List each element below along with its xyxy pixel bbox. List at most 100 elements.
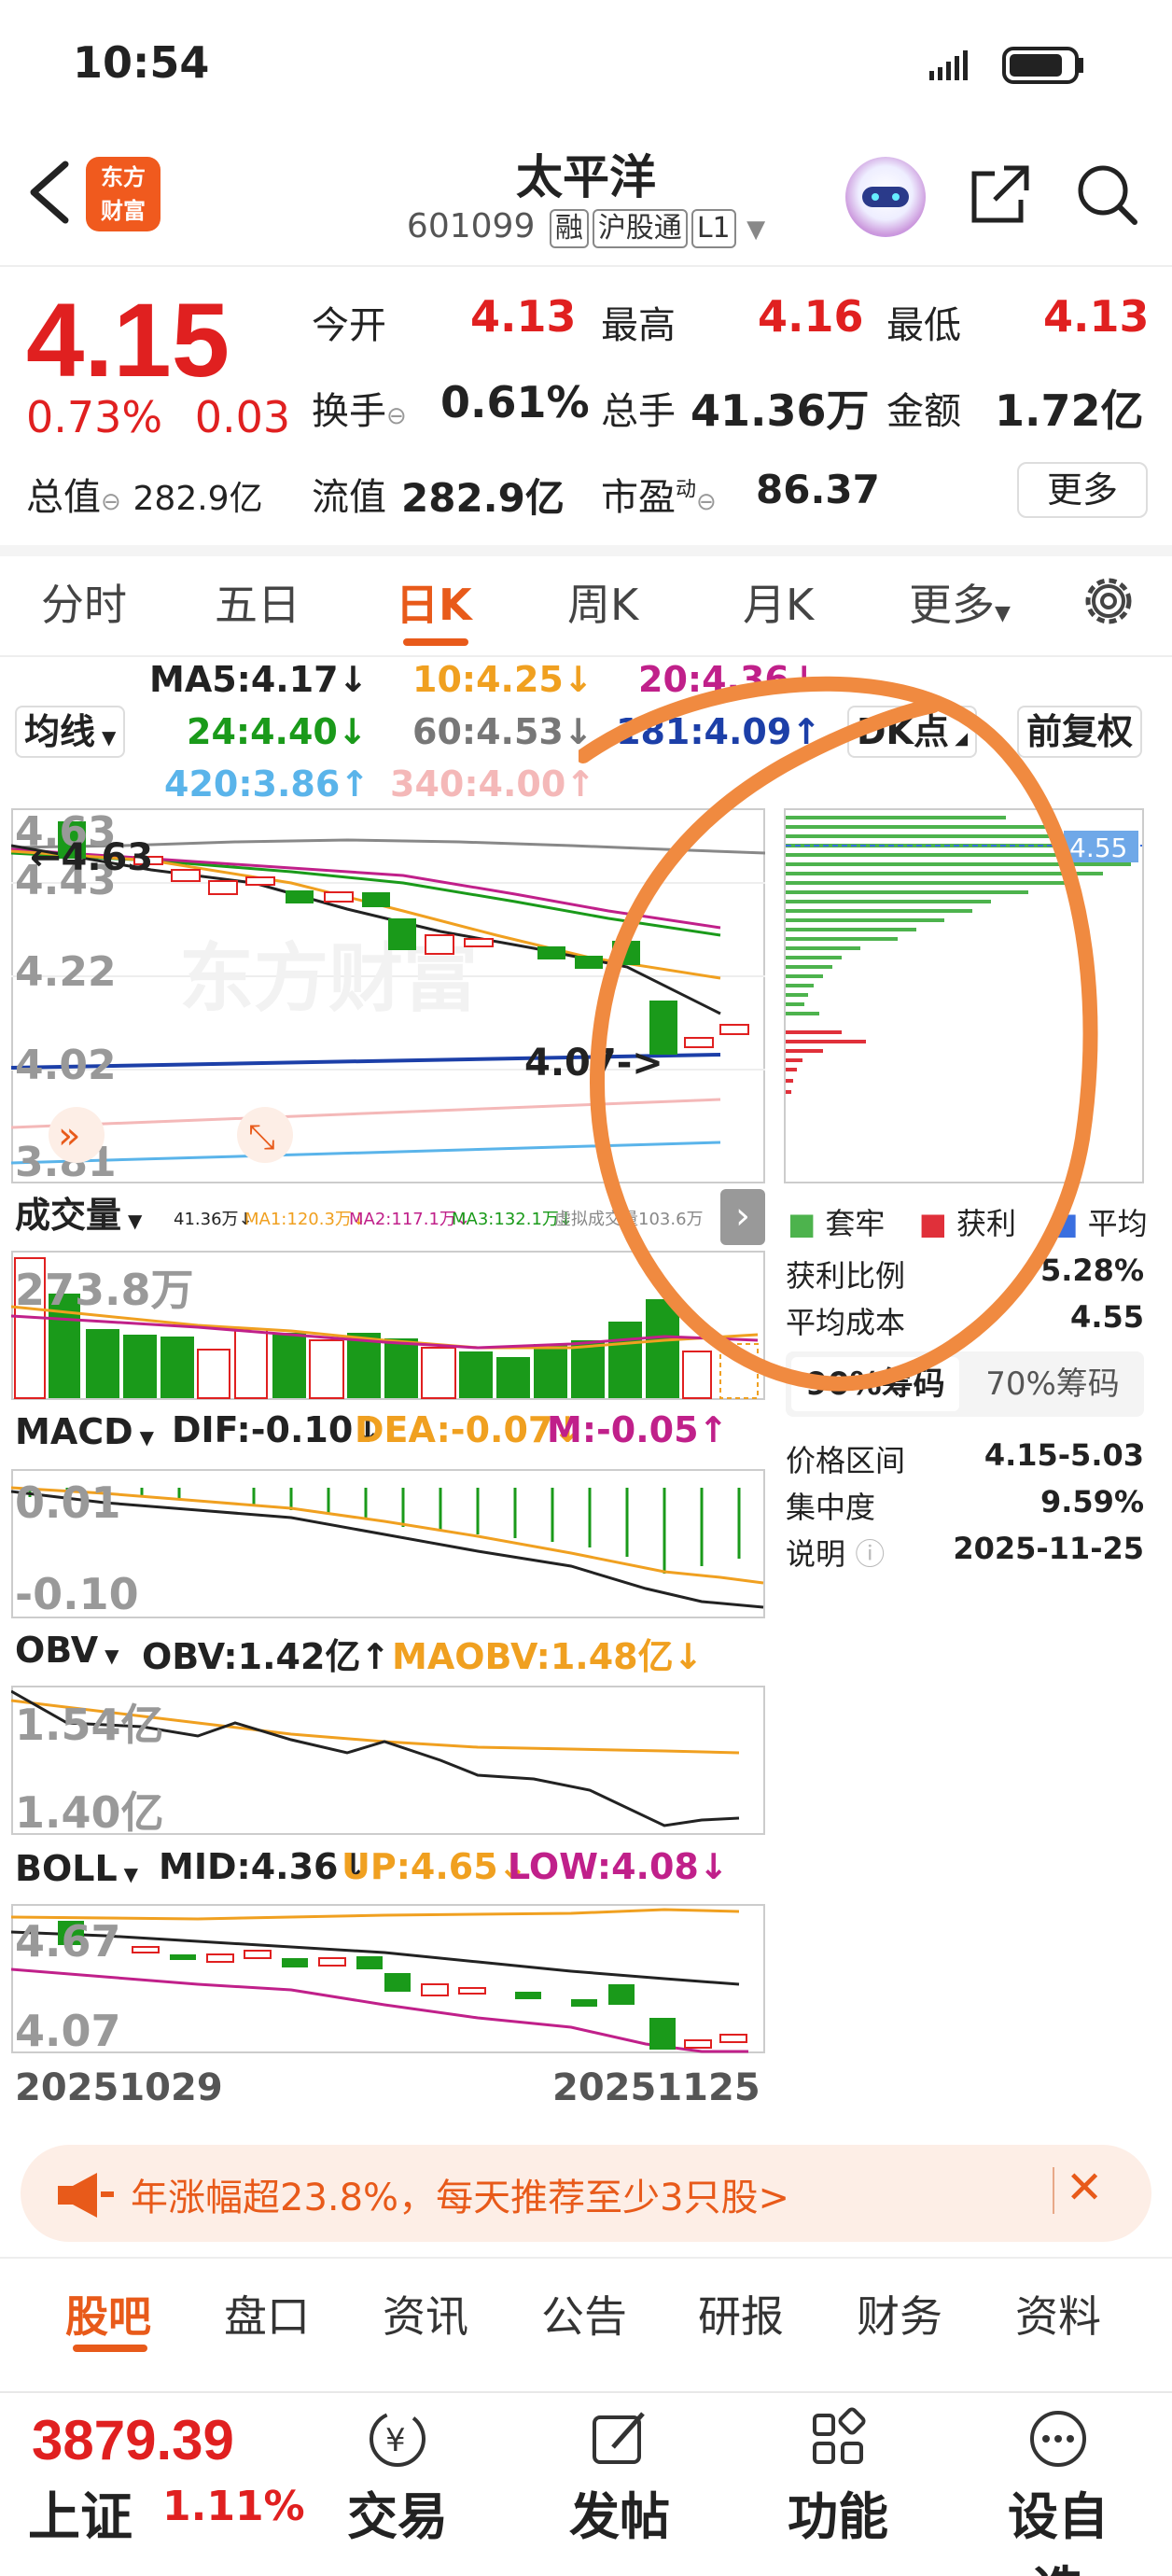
status-time: 10:54	[73, 37, 210, 88]
note-label[interactable]: 说明 ⓘ	[786, 1531, 885, 1574]
more-dots-icon	[1030, 2411, 1086, 2467]
y-label-3: 4.02	[15, 1042, 117, 1089]
x-axis-end: 20251125	[552, 2066, 760, 2109]
stock-code: 601099	[406, 207, 536, 245]
maobv-value: MAOBV:1.48亿↓	[392, 1636, 704, 1677]
volume-y-label: 273.8万	[15, 1265, 194, 1315]
volume-ma1: MA1:120.3万↓	[244, 1210, 366, 1229]
turnover-label: 换手⊖	[312, 390, 407, 433]
section-divider	[0, 2257, 1172, 2259]
last-price: 4.15	[26, 282, 230, 399]
obv-chart: 1.54亿 1.40亿	[10, 1686, 765, 1838]
tab-forum[interactable]: 股吧	[65, 2283, 151, 2345]
macd-m: M:-0.05↑	[547, 1409, 729, 1450]
info-icon[interactable]: ⓘ	[855, 1536, 885, 1572]
tab-intraday[interactable]: 分时	[41, 571, 127, 633]
svg-text:¥: ¥	[385, 2422, 406, 2459]
close-icon[interactable]: ✕	[1066, 2162, 1103, 2214]
concentration-value: 9.59%	[1039, 1484, 1144, 1519]
obv-y-bottom: 1.40亿	[15, 1787, 164, 1835]
index-name[interactable]: 上证	[28, 2475, 133, 2551]
macd-dif: DIF:-0.10↓	[172, 1409, 384, 1450]
ma5-value: MA5:4.17↓	[149, 659, 369, 700]
tab-research[interactable]: 研报	[698, 2283, 784, 2345]
more-button[interactable]: 更多	[1017, 462, 1148, 518]
total-cap-row: 总值⊖ 282.9亿	[26, 476, 263, 519]
change-amount: 0.03	[194, 392, 291, 442]
obv-chart-frame[interactable]: 1.54亿 1.40亿	[10, 1686, 765, 1838]
collapse-arrows-icon[interactable]: »	[58, 1114, 80, 1157]
tab-order-book[interactable]: 盘口	[224, 2283, 310, 2345]
pe-value: 86.37	[756, 467, 880, 512]
nav-functions[interactable]: 功能	[763, 2406, 913, 2549]
obv-value: OBV:1.42亿↑	[142, 1636, 391, 1677]
nav-post[interactable]: 发帖	[545, 2406, 694, 2549]
boll-selector[interactable]: BOLL ▼	[11, 1844, 143, 1897]
tab-monthly-k[interactable]: 月K	[743, 571, 814, 633]
high-value: 4.16	[758, 291, 864, 342]
promo-divider	[1053, 2167, 1054, 2214]
header-divider	[0, 265, 1172, 267]
amount-value: 1.72亿	[995, 385, 1144, 436]
tabs-divider	[0, 655, 1172, 657]
ma10-value: 10:4.25↓	[412, 659, 593, 700]
expand-icon[interactable]: ⤡	[248, 1118, 275, 1156]
promo-text[interactable]: 年涨幅超23.8%，每天推荐至少3只股>	[131, 2167, 789, 2221]
ma60-value: 60:4.53↓	[412, 711, 593, 752]
status-icons	[929, 45, 1097, 94]
macd-chart[interactable]: 0.01 -0.10	[11, 1469, 765, 1618]
tab-weekly-k[interactable]: 周K	[567, 571, 638, 633]
boll-up: UP:4.65↓	[342, 1846, 528, 1887]
index-change[interactable]: 1.11%	[162, 2483, 305, 2530]
ma340-value: 340:4.00↑	[390, 763, 596, 805]
change-row: 0.73% 0.03	[26, 392, 290, 442]
signal-battery-icon	[929, 47, 1083, 84]
tab-five-day[interactable]: 五日	[215, 571, 300, 633]
macd-y-bottom: -0.10	[15, 1569, 139, 1618]
change-percent: 0.73%	[26, 392, 163, 442]
float-cap-label: 流值	[312, 476, 386, 519]
grid-icon	[813, 2407, 866, 2464]
tag-level: L1	[691, 209, 736, 248]
tab-daily-k[interactable]: 日K	[396, 571, 472, 633]
dropdown-triangle-icon: ▼	[746, 216, 766, 244]
tab-profile[interactable]: 资料	[1015, 2283, 1101, 2345]
ma-selector[interactable]: 均线 ▼	[15, 706, 126, 758]
boll-mid: MID:4.36↓	[159, 1846, 369, 1887]
boll-y-top: 4.67	[15, 1916, 121, 1967]
high-label: 最高	[601, 304, 676, 347]
active-tab-underline	[403, 638, 468, 646]
tab-more[interactable]: 更多▼	[909, 571, 1011, 633]
tab-news[interactable]: 资讯	[383, 2283, 468, 2345]
low-label: 最低	[886, 304, 961, 347]
tab-financials[interactable]: 财务	[857, 2283, 942, 2345]
concentration-label: 集中度	[786, 1490, 876, 1525]
total-cap-value: 282.9亿	[133, 480, 263, 518]
share-icon[interactable]	[967, 161, 1034, 228]
volume-selector[interactable]: 成交量 ▼	[11, 1191, 146, 1243]
obv-selector[interactable]: OBV ▼	[11, 1626, 123, 1678]
volume-value: 41.36万	[691, 385, 870, 436]
ma24-value: 24:4.40↓	[187, 711, 368, 752]
macd-y-top: 0.01	[15, 1477, 121, 1528]
x-axis-start: 20251029	[15, 2066, 223, 2109]
macd-selector[interactable]: MACD ▼	[11, 1407, 158, 1460]
nav-add-watchlist[interactable]: 设自选	[984, 2406, 1133, 2576]
nav-trade[interactable]: ¥ 交易	[323, 2406, 472, 2549]
period-tabs: 分时 五日 日K 周K 月K 更多▼	[0, 571, 1172, 655]
search-icon[interactable]	[1073, 161, 1140, 228]
tab-announcements[interactable]: 公告	[541, 2283, 627, 2345]
amount-label: 金额	[886, 390, 961, 433]
float-cap-value: 282.9亿	[401, 475, 565, 521]
price-range-value: 4.15-5.03	[984, 1437, 1144, 1473]
total-cap-label: 总值	[26, 476, 101, 519]
open-value: 4.13	[470, 291, 577, 342]
y-label-2: 4.22	[15, 948, 117, 996]
boll-chart[interactable]: 4.67 4.07	[11, 1904, 765, 2053]
robot-assistant-icon[interactable]	[845, 157, 926, 237]
chip-date: 2025-11-25	[953, 1531, 1144, 1566]
gear-icon[interactable]	[1079, 571, 1138, 631]
turnover-value: 0.61%	[440, 377, 590, 427]
volume-stats: 41.36万↓	[174, 1210, 253, 1229]
index-value[interactable]: 3879.39	[32, 2408, 234, 2472]
